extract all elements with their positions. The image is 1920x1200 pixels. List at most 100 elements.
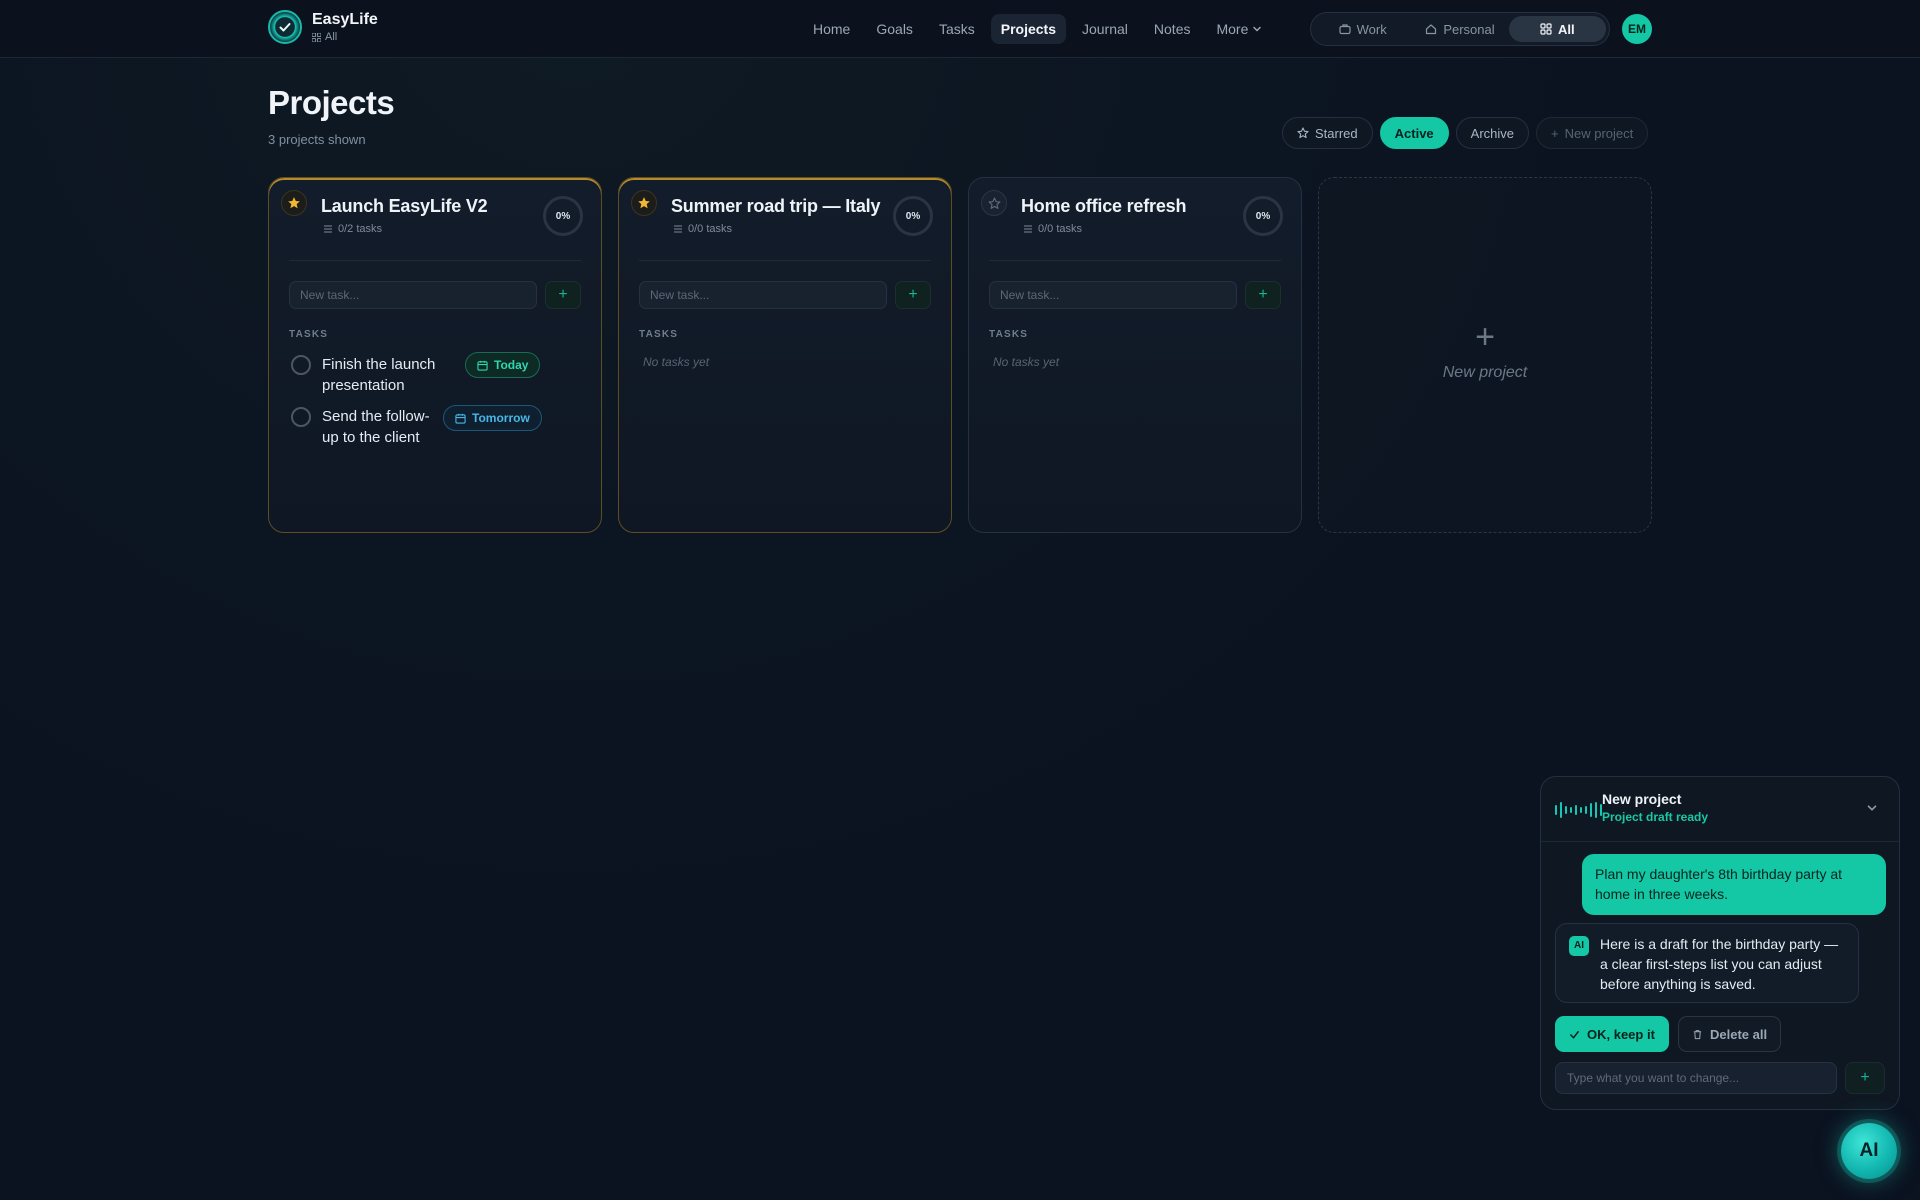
filter-starred-label: Starred <box>1315 125 1358 141</box>
nav-journal[interactable]: Journal <box>1072 14 1138 44</box>
trash-icon <box>1693 1029 1702 1039</box>
nav-projects[interactable]: Projects <box>990 14 1066 44</box>
nav-home[interactable]: Home <box>803 14 860 44</box>
chevron-down-icon[interactable] <box>1865 801 1879 815</box>
ai-change-input[interactable]: Type what you want to change... <box>1555 1062 1837 1094</box>
star-icon <box>1297 127 1309 139</box>
new-project-card[interactable]: + New project <box>1318 177 1652 533</box>
star-toggle[interactable] <box>281 190 307 216</box>
task-count-label: 0/0 tasks <box>1038 223 1083 235</box>
ai-assistant-button[interactable]: AI <box>1841 1123 1897 1179</box>
progress-ring: 0% <box>543 196 583 236</box>
task-count-label: 0/0 tasks <box>688 223 733 235</box>
page-subtitle: 3 projects shown <box>268 132 366 147</box>
star-icon <box>638 197 650 209</box>
grid-icon <box>312 32 321 42</box>
nav-tasks[interactable]: Tasks <box>929 14 985 44</box>
progress-ring: 0% <box>1243 196 1283 236</box>
tasks-section-label: TASKS <box>989 329 1029 340</box>
filter-archive[interactable]: Archive <box>1455 117 1530 149</box>
new-project-card-label: New project <box>1442 364 1528 381</box>
task-count: 0/0 tasks <box>1023 223 1082 235</box>
list-icon <box>1024 225 1032 233</box>
project-title[interactable]: Launch EasyLife V2 <box>321 196 488 217</box>
ai-message-text: Here is a draft for the birthday party —… <box>1600 936 1839 992</box>
mode-personal[interactable]: Personal <box>1411 16 1508 42</box>
project-title[interactable]: Home office refresh <box>1021 196 1186 217</box>
mode-personal-label: Personal <box>1443 21 1495 37</box>
audio-wave-icon <box>1555 801 1602 819</box>
empty-tasks-message: No tasks yet <box>993 355 1060 369</box>
due-badge-tomorrow[interactable]: Tomorrow <box>443 405 542 431</box>
grid-icon <box>1540 23 1552 35</box>
star-toggle[interactable] <box>631 190 657 216</box>
task-count: 0/2 tasks <box>323 223 382 235</box>
keep-draft-button[interactable]: OK, keep it <box>1555 1016 1669 1052</box>
nav-more-label: More <box>1216 21 1249 37</box>
card-divider <box>289 260 581 261</box>
user-message: Plan my daughter's 8th birthday party at… <box>1582 854 1886 915</box>
briefcase-icon <box>1339 24 1351 35</box>
ai-panel-header: New project Project draft ready <box>1541 777 1899 842</box>
nav-notes[interactable]: Notes <box>1144 14 1201 44</box>
tasks-section-label: TASKS <box>639 329 679 340</box>
ai-message: AI Here is a draft for the birthday part… <box>1555 923 1859 1003</box>
add-task-button[interactable]: + <box>1245 281 1281 309</box>
nav-more[interactable]: More <box>1206 14 1272 44</box>
add-task-button[interactable]: + <box>895 281 931 309</box>
mode-switch: Work Personal All <box>1310 12 1610 46</box>
keep-draft-label: OK, keep it <box>1587 1026 1655 1042</box>
plus-icon: + <box>1551 125 1559 141</box>
new-task-input[interactable]: New task... <box>289 281 537 309</box>
project-card[interactable]: Home office refresh 0/0 tasks 0% New tas… <box>968 177 1302 533</box>
project-card[interactable]: Summer road trip — Italy 0/0 tasks 0% Ne… <box>618 177 952 533</box>
avatar[interactable]: EM <box>1622 14 1652 44</box>
chevron-down-icon <box>1253 26 1262 32</box>
delete-all-label: Delete all <box>1710 1026 1768 1042</box>
list-icon <box>324 225 332 233</box>
project-card[interactable]: Launch EasyLife V2 0/2 tasks 0% New task… <box>268 177 602 533</box>
list-icon <box>674 225 682 233</box>
brand-scope: All <box>312 31 378 43</box>
calendar-icon <box>477 360 488 371</box>
new-task-input[interactable]: New task... <box>639 281 887 309</box>
check-icon <box>1570 1030 1579 1038</box>
task-count: 0/0 tasks <box>673 223 732 235</box>
plus-icon: + <box>908 286 918 303</box>
project-filters: Starred Active Archive + New project <box>1282 117 1649 149</box>
mode-work[interactable]: Work <box>1314 16 1411 42</box>
due-badge-today[interactable]: Today <box>465 352 541 378</box>
task-text[interactable]: Finish the launch presentation <box>322 354 442 396</box>
new-project-button-label: New project <box>1564 125 1634 141</box>
plus-icon: + <box>1860 1069 1870 1086</box>
card-divider <box>639 260 931 261</box>
tasks-section-label: TASKS <box>289 329 329 340</box>
main-nav: Home Goals Tasks Projects Journal Notes … <box>803 14 1272 44</box>
nav-goals[interactable]: Goals <box>866 14 923 44</box>
filter-starred[interactable]: Starred <box>1282 117 1373 149</box>
brand-name: EasyLife <box>312 11 378 28</box>
check-circle-icon <box>268 10 302 44</box>
empty-tasks-message: No tasks yet <box>643 355 710 369</box>
new-project-button[interactable]: + New project <box>1536 117 1649 149</box>
task-checkbox[interactable] <box>291 355 311 375</box>
task-text[interactable]: Send the follow-up to the client <box>322 406 442 448</box>
delete-all-button[interactable]: Delete all <box>1678 1016 1782 1052</box>
filter-active[interactable]: Active <box>1379 117 1449 149</box>
new-task-input[interactable]: New task... <box>989 281 1237 309</box>
ai-panel-status: Project draft ready <box>1602 810 1709 824</box>
plus-icon: + <box>1258 286 1268 303</box>
star-toggle[interactable] <box>981 190 1007 216</box>
ai-send-button[interactable]: + <box>1845 1062 1885 1094</box>
add-task-button[interactable]: + <box>545 281 581 309</box>
top-navigation-bar: EasyLife All Home Goals Tasks Projects J… <box>0 0 1920 58</box>
plus-icon: + <box>1475 318 1495 356</box>
mode-all-label: All <box>1558 21 1575 37</box>
brand[interactable]: EasyLife All <box>268 10 378 44</box>
task-checkbox[interactable] <box>291 407 311 427</box>
ai-panel-title: New project <box>1602 791 1682 807</box>
mode-all[interactable]: All <box>1508 16 1606 42</box>
home-icon <box>1426 24 1437 35</box>
project-title[interactable]: Summer road trip — Italy <box>671 196 880 217</box>
ai-avatar-badge: AI <box>1569 936 1589 956</box>
